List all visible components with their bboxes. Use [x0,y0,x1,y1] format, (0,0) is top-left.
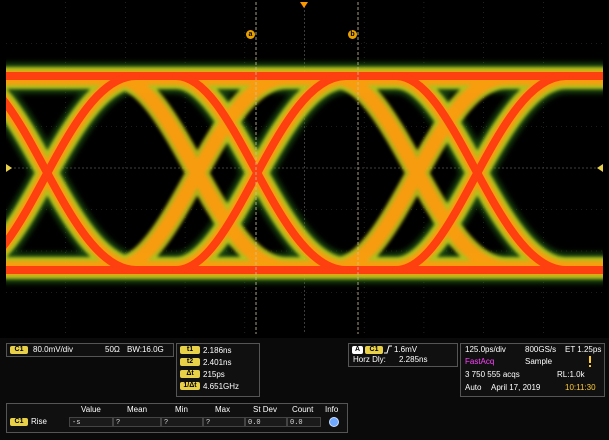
measurement-table[interactable]: Value Mean Min Max St Dev Count Info C1 … [6,403,348,433]
col-header-mean: Mean [127,405,148,414]
cursor-badge: 1/Δt [180,382,200,390]
measurement-stdev: 0.0 [245,417,287,427]
trigger-badge: A [352,346,363,354]
measurement-name: Rise [31,417,48,426]
col-header-value: Value [81,405,101,414]
fastacq-mode: FastAcq [465,357,495,366]
oscilloscope-screen: a b C1 80.0mV/div 50Ω BW:16.0G t1 2.186n… [0,0,609,440]
rising-edge-icon [384,345,392,354]
cursor-row-t1: t1 2.186ns [178,345,258,356]
cursor-row-t2: t2 2.401ns [178,357,258,368]
col-header-count: Count [292,405,314,414]
acquisition-readout[interactable]: 125.0ps/div 800GS/s ET 1.25ps FastAcq Sa… [460,343,605,397]
cursor-value: 2.186ns [203,346,232,355]
run-status-icon [589,356,591,367]
col-header-stdev: St Dev [253,405,278,414]
eye-traces [6,63,603,283]
cursor-value: 4.651GHz [203,382,240,391]
impedance: 50Ω [105,345,120,354]
info-icon[interactable] [329,417,339,427]
time-per-div: 125.0ps/div [465,345,506,354]
col-header-max: Max [215,405,231,414]
cursor-row-freq: 1/Δt 4.651GHz [178,381,258,392]
measurement-channel-badge: C1 [10,418,28,426]
equivalent-time: ET 1.25ps [565,345,602,354]
horz-delay-value: 2.285ns [399,355,428,364]
clock-time: 10:11:30 [565,383,596,392]
trigger-position-marker[interactable] [300,2,308,8]
trigger-level-marker[interactable] [597,164,603,172]
trigger-level: 1.6mV [394,345,418,354]
cursor-b-marker[interactable]: b [348,30,357,39]
sample-mode: Sample [525,357,553,366]
measurement-value: -s [69,417,113,427]
center-axes [6,2,603,334]
measurement-count: 0.0 [287,417,321,427]
channel-badge: C1 [10,346,28,354]
cursor-value: 215ps [203,370,225,379]
cursor-badge: t1 [180,346,200,354]
col-header-min: Min [175,405,188,414]
measurement-max: ? [203,417,245,427]
trigger-mode: Auto [465,383,482,392]
bandwidth: BW:16.0G [127,345,164,354]
waveform-display[interactable]: a b [6,2,603,334]
cursor-value: 2.401ns [203,358,232,367]
cursor-a-marker[interactable]: a [246,30,255,39]
volts-per-div: 80.0mV/div [33,345,74,354]
sample-rate: 800GS/s [525,345,557,354]
trigger-readout[interactable]: A C1 1.6mV Horz Dly: 2.285ns [348,343,458,367]
record-length: RL:1.0k [557,370,585,379]
date: April 17, 2019 [491,383,541,392]
channel-ground-marker[interactable] [6,164,12,172]
measurement-min: ? [161,417,203,427]
cursor-badge: t2 [180,358,200,366]
measurement-mean: ? [113,417,161,427]
trigger-channel-badge: C1 [365,346,383,354]
vertical-readout[interactable]: C1 80.0mV/div 50Ω BW:16.0G [6,343,174,357]
col-header-info: Info [325,405,339,414]
cursor-badge: Δt [180,370,200,378]
acquisition-count: 3 750 555 acqs [465,370,520,379]
horz-delay-label: Horz Dly: [353,355,386,364]
cursor-row-delta: Δt 215ps [178,369,258,380]
eye-diagram [6,2,603,334]
